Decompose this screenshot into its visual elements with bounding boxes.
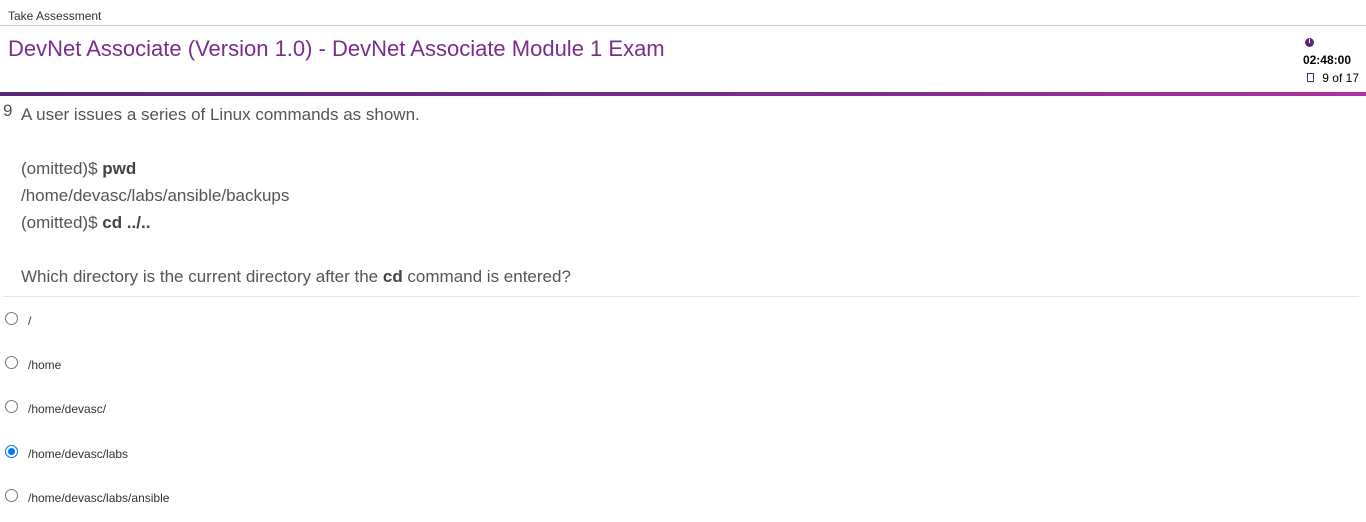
clock-icon — [1305, 38, 1314, 47]
document-icon — [1307, 73, 1314, 82]
command-line-2: (omitted)$ cd ../.. — [21, 209, 571, 236]
command-prompt: (omitted)$ — [21, 159, 103, 178]
radio-button[interactable] — [5, 489, 18, 502]
radio-button[interactable] — [5, 356, 18, 369]
radio-button[interactable] — [5, 312, 18, 325]
answer-option[interactable]: / — [5, 307, 405, 329]
top-bar: Take Assessment — [0, 0, 1366, 26]
question-number: 9 — [3, 101, 13, 120]
question-progress: 9 of 17 — [1322, 71, 1359, 85]
answer-label: /home/devasc/labs — [28, 447, 129, 461]
prompt-text-before: Which directory is the current directory… — [21, 267, 383, 286]
command-line-1: (omitted)$ pwd — [21, 155, 571, 182]
command-cd: cd ../.. — [102, 213, 151, 232]
prompt-text-after: command is entered? — [402, 267, 571, 286]
answer-option[interactable]: /home/devasc/ — [5, 395, 405, 417]
command-pwd: pwd — [102, 159, 137, 178]
question-prompt: Which directory is the current directory… — [21, 263, 571, 290]
radio-button[interactable] — [5, 400, 18, 413]
breadcrumb: Take Assessment — [8, 9, 102, 23]
answer-option[interactable]: /home — [5, 351, 405, 373]
question-text: A user issues a series of Linux commands… — [21, 101, 571, 290]
answer-label: /home — [28, 358, 62, 372]
answer-label: / — [28, 314, 32, 328]
command-prompt: (omitted)$ — [21, 213, 103, 232]
prompt-command: cd — [382, 267, 403, 286]
answer-option[interactable]: /home/devasc/labs — [5, 440, 405, 462]
answer-label: /home/devasc/labs/ansible — [28, 491, 170, 505]
timer-text: 02:48:00 — [1302, 53, 1351, 67]
command-output: /home/devasc/labs/ansible/backups — [21, 186, 290, 205]
radio-button[interactable] — [5, 445, 18, 458]
page-title: DevNet Associate (Version 1.0) - DevNet … — [8, 36, 665, 61]
answer-option[interactable]: /home/devasc/labs/ansible — [5, 484, 405, 506]
question-intro: A user issues a series of Linux commands… — [21, 105, 420, 124]
accent-bar — [0, 92, 1366, 96]
answer-label: /home/devasc/ — [28, 402, 107, 416]
divider — [3, 296, 1359, 297]
